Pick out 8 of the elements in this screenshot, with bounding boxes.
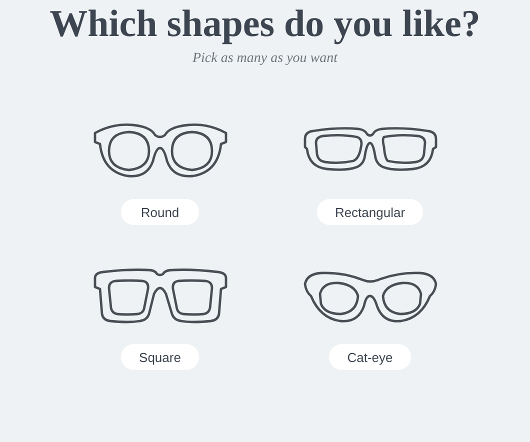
glasses-icon [92,121,228,179]
glasses-icon [92,266,228,324]
shape-option[interactable]: Square [121,344,199,370]
page-title: Which shapes do you like? [50,2,480,46]
shape-option[interactable]: Round [121,199,199,225]
subtitle: Pick as many as you want [192,50,338,68]
shape-option[interactable]: Cat-eye [329,344,411,370]
shape-option[interactable]: Rectangular [316,199,424,225]
